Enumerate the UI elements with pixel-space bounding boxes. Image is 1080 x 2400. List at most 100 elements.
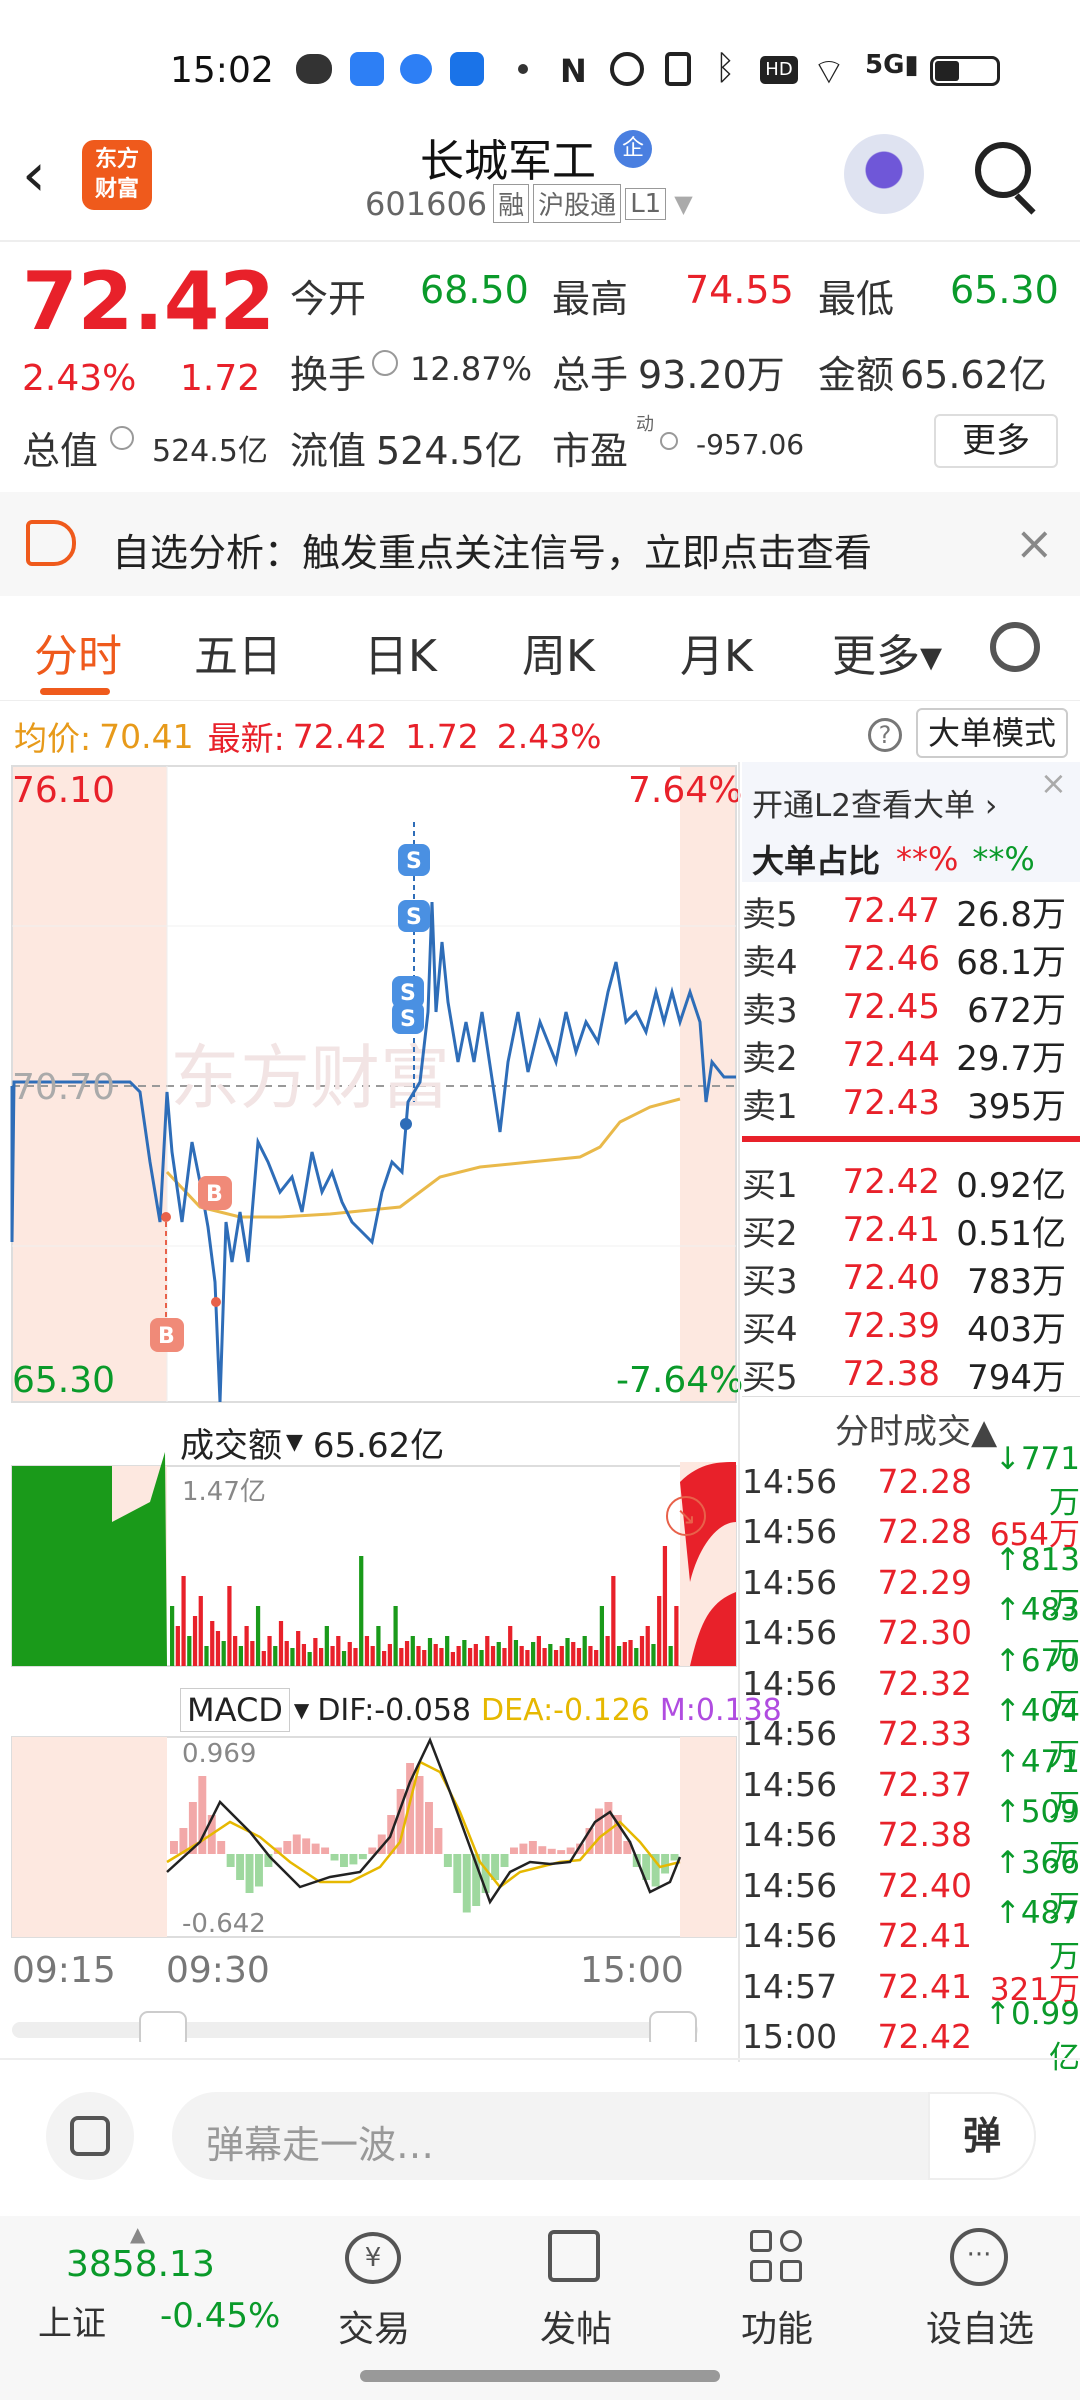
trade-volume: ↑0.99亿 [985, 1996, 1080, 2076]
level-tag: L1 [625, 187, 667, 220]
trade-price: 72.29 [877, 1562, 972, 1602]
trade-row[interactable]: 15:00 72.42 ↑0.99亿 [742, 1996, 1080, 2076]
search-icon[interactable] [975, 142, 1031, 198]
macd-bar [358, 1854, 367, 1860]
ask-row[interactable]: 卖2 72.44 29.7万 [742, 1031, 1080, 1079]
trade-row[interactable]: 14:56 72.28 ↓771万 [742, 1441, 1080, 1521]
macd-header[interactable]: MACD ▼ DIF:-0.058 DEA:-0.126 M:0.138 [180, 1688, 782, 1732]
macd-bar [566, 1847, 575, 1854]
nav-add-watchlist[interactable]: 设自选 [910, 2300, 1050, 2352]
volume-bar [496, 1642, 501, 1666]
ask-row[interactable]: 卖1 72.43 395万 [742, 1079, 1080, 1127]
price-info-bar: 均价: 70.41 最新: 72.42 1.72 2.43% [14, 712, 602, 760]
settings-gear-icon[interactable] [990, 622, 1040, 672]
trade-time: 15:00 [742, 2017, 838, 2056]
index-name[interactable]: 上证 [38, 2296, 106, 2345]
volume-bar [651, 1644, 656, 1666]
volume-bar [542, 1648, 547, 1666]
trade-price: 72.40 [877, 1865, 972, 1905]
brand-logo[interactable]: 东方 财富 [82, 140, 152, 210]
macd-bar [217, 1841, 226, 1854]
stock-header: ‹ 东方 财富 长城军工 企 601606 融 沪股通 L1 ▼ [0, 120, 1080, 240]
index-pct[interactable]: -0.45% [160, 2296, 280, 2336]
ask-row[interactable]: 卖5 72.47 26.8万 [742, 887, 1080, 935]
pe-info-icon[interactable] [660, 432, 678, 450]
nav-function[interactable]: 功能 [707, 2300, 847, 2352]
bid-row[interactable]: 买3 72.40 783万 [742, 1254, 1080, 1302]
ask-price: 72.46 [842, 939, 940, 979]
macd-label[interactable]: MACD [180, 1688, 290, 1732]
l2-close-icon[interactable]: × [1040, 764, 1067, 802]
app-icon [350, 52, 384, 86]
slider-left-handle[interactable] [139, 2011, 187, 2042]
info-icon[interactable] [110, 426, 134, 450]
big-ratio-green: **% [972, 840, 1035, 878]
tab-weekly-k[interactable]: 周K [522, 620, 595, 684]
expand-icon[interactable]: ↘ [666, 1496, 706, 1536]
volume-bar [416, 1646, 421, 1666]
ask-label: 卖3 [742, 990, 798, 1031]
change-amount: 1.72 [180, 358, 261, 399]
bid-row[interactable]: 买4 72.39 403万 [742, 1302, 1080, 1350]
function-grid-icon[interactable] [750, 2230, 804, 2284]
bid-row[interactable]: 买1 72.42 0.92亿 [742, 1158, 1080, 1206]
tab-five-day[interactable]: 五日 [194, 620, 282, 684]
bid-label: 买1 [742, 1165, 798, 1206]
battery-icon [930, 56, 1000, 86]
trade-row[interactable]: 14:56 72.41 ↑487万 [742, 1895, 1080, 1975]
volume-bar [605, 1636, 610, 1666]
index-value[interactable]: 3858.13 [66, 2244, 215, 2285]
ask-label: 卖4 [742, 942, 798, 983]
macd-bar [283, 1841, 292, 1854]
tab-indicator [40, 688, 110, 695]
tab-daily-k[interactable]: 日K [364, 620, 437, 684]
ask-price: 72.44 [842, 1035, 940, 1075]
watchlist-icon[interactable]: ··· [950, 2228, 1008, 2286]
slider-right-handle[interactable] [649, 2011, 697, 2042]
ask-row[interactable]: 卖3 72.45 672万 [742, 983, 1080, 1031]
close-icon[interactable]: × [1015, 516, 1054, 570]
back-icon[interactable]: ‹ [22, 140, 46, 210]
volume-bar [364, 1636, 370, 1666]
time-range-slider[interactable] [12, 2022, 698, 2038]
svg-text:S: S [400, 1007, 416, 1032]
trade-price: 72.41 [877, 1966, 972, 2006]
tab-intraday[interactable]: 分时 [34, 620, 122, 684]
bid-row[interactable]: 买2 72.41 0.51亿 [742, 1206, 1080, 1254]
danmu-toggle-button[interactable]: 弹 [928, 2092, 1036, 2180]
volume-bar [399, 1648, 404, 1666]
macd-dropdown-icon[interactable]: ▼ [294, 1698, 309, 1722]
bid-row[interactable]: 买5 72.38 794万 [742, 1350, 1080, 1398]
volume-dropdown-icon[interactable]: ▼ [286, 1430, 303, 1455]
post-icon[interactable] [548, 2230, 600, 2282]
tab-more[interactable]: 更多▾ [832, 620, 942, 684]
notes-button[interactable] [46, 2092, 134, 2180]
total-cap: 524.5亿 [152, 434, 268, 469]
volume-label: 总手 [552, 353, 629, 397]
pct-bottom-label: -7.64% [616, 1360, 744, 1401]
tab-monthly-k[interactable]: 月K [680, 620, 753, 684]
l2-link[interactable]: 开通L2查看大单 › [752, 780, 997, 825]
volume-header[interactable]: 成交额 ▼ 65.62亿 [180, 1418, 444, 1467]
volume-bar [370, 1646, 375, 1666]
turnover-info-icon[interactable] [372, 350, 398, 376]
volume-bar [634, 1648, 639, 1666]
macd-max-label: 0.969 [182, 1739, 256, 1769]
volume-bar [588, 1646, 593, 1666]
macd-bar [443, 1854, 452, 1867]
nav-trade[interactable]: 交易 [304, 2300, 444, 2352]
low-value: 65.30 [950, 268, 1059, 312]
robot-assistant-icon[interactable] [844, 134, 924, 214]
ask-row[interactable]: 卖4 72.46 68.1万 [742, 935, 1080, 983]
macd-bar [500, 1854, 509, 1867]
dropdown-icon[interactable]: ▼ [674, 190, 692, 218]
more-button[interactable]: 更多 [934, 414, 1058, 468]
volume-label: 成交额 [180, 1426, 282, 1466]
help-icon[interactable]: ? [868, 718, 902, 752]
intraday-chart[interactable]: 东方财富 S S S S B B 1.47亿 0.969 -0.642 [0, 762, 740, 2042]
nav-post[interactable]: 发帖 [506, 2300, 646, 2352]
big-order-mode-button[interactable]: 大单模式 [916, 708, 1068, 758]
trade-icon[interactable]: ¥ [345, 2232, 401, 2284]
volume-bar [175, 1626, 180, 1666]
y-max-label: 76.10 [12, 770, 116, 811]
